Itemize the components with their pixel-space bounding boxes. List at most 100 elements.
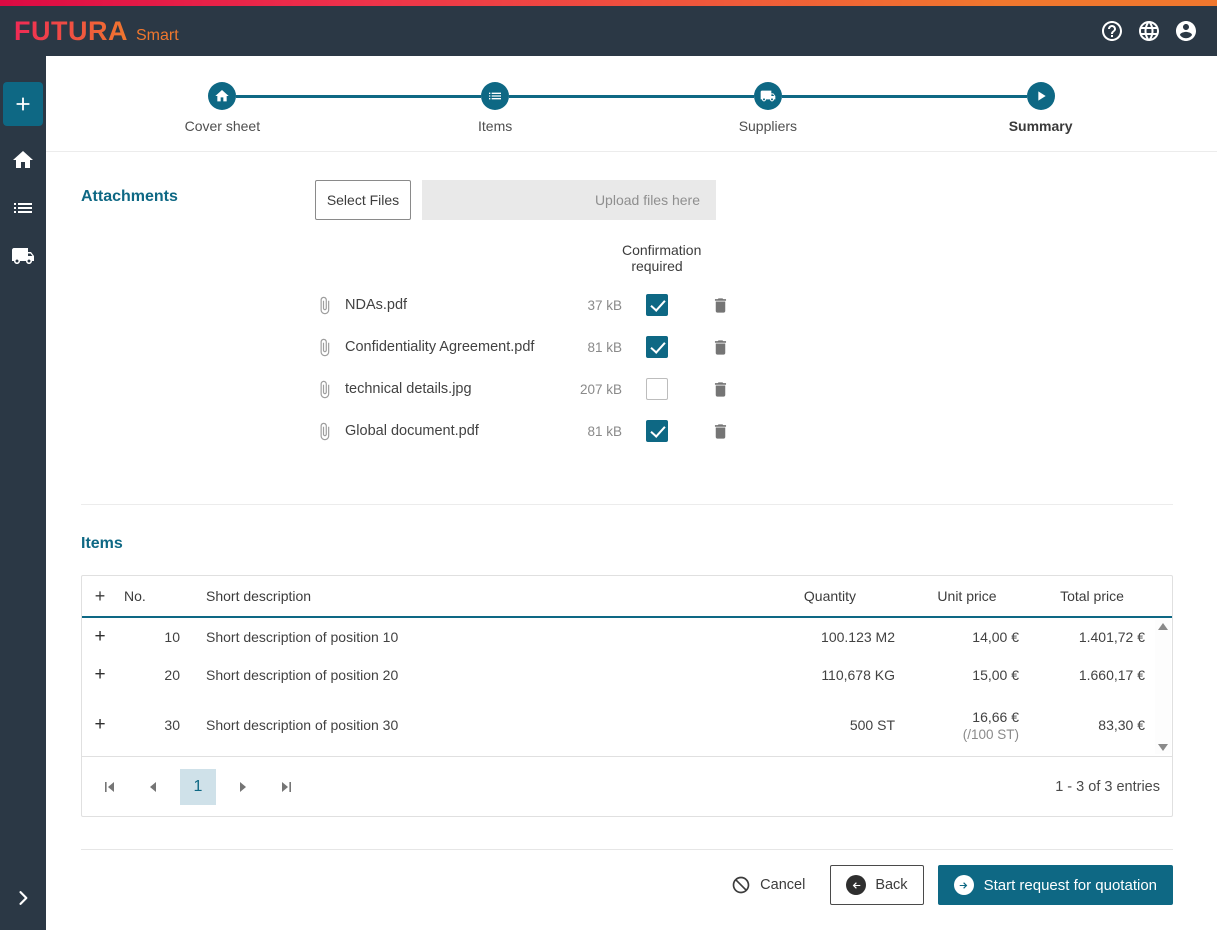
brand-name: FUTURA [14, 15, 128, 46]
last-page-button[interactable] [278, 779, 294, 795]
file-row: technical details.jpg 207 kB [315, 368, 1173, 410]
delete-file-button[interactable] [692, 296, 748, 315]
step-label: Items [478, 118, 513, 134]
first-page-icon [105, 781, 114, 792]
delete-file-button[interactable] [692, 380, 748, 399]
start-request-for-quotation-button[interactable]: Start request for quotation [937, 865, 1173, 906]
step-circle [753, 82, 782, 110]
attachment-list: NDAs.pdf 37 kB Confidentiality Agreement… [315, 284, 1173, 452]
confirmation-checkbox[interactable] [646, 294, 668, 317]
divider [81, 504, 1173, 506]
items-title: Items [81, 535, 123, 553]
file-size: 207 kB [579, 381, 622, 397]
cell-description: Short description of position 30 [206, 717, 399, 734]
pagination-summary: 1 - 3 of 3 entries [1055, 778, 1160, 795]
select-files-button[interactable]: Select Files [315, 180, 411, 220]
step-label: Summary [1008, 118, 1073, 134]
expand-row-icon[interactable]: + [82, 664, 118, 686]
language-button[interactable] [1136, 18, 1162, 44]
step-circle [1026, 82, 1055, 110]
last-page-icon [282, 781, 291, 792]
table-row: + 10 Short description of position 10 10… [82, 618, 1172, 656]
items-section: Items + No. Short description Quantity U… [81, 535, 1173, 818]
back-label: Back [875, 877, 908, 894]
list-icon [14, 203, 32, 213]
divider [46, 151, 1217, 152]
expand-row-icon[interactable]: + [82, 714, 118, 736]
step-summary[interactable]: Summary [904, 82, 1177, 134]
paperclip-icon [315, 422, 345, 441]
cancel-button[interactable]: Cancel [731, 875, 805, 895]
sidebar [0, 56, 46, 930]
account-button[interactable] [1173, 18, 1199, 44]
confirmation-checkbox[interactable] [646, 378, 668, 401]
arrow-right-circle-icon [953, 875, 974, 896]
column-header-unit-price: Unit price [937, 588, 997, 605]
column-header-no: No. [124, 588, 146, 605]
step-cover-sheet[interactable]: Cover sheet [86, 82, 359, 134]
truck-icon [12, 248, 34, 264]
chevron-right-icon [19, 891, 28, 905]
step-suppliers[interactable]: Suppliers [631, 82, 905, 134]
delete-file-button[interactable] [692, 422, 748, 441]
help-button[interactable] [1099, 18, 1125, 44]
list-icon [489, 92, 502, 100]
table-pagination: 1 1 - 3 of 3 entries [82, 756, 1172, 816]
file-row: NDAs.pdf 37 kB [315, 284, 1173, 326]
sidebar-item-suppliers[interactable] [9, 244, 37, 268]
delete-file-button[interactable] [692, 338, 748, 357]
sidebar-expand-button[interactable] [9, 884, 37, 912]
scroll-up-icon[interactable] [1158, 623, 1168, 631]
previous-page-button[interactable] [145, 779, 161, 795]
upload-dropzone[interactable]: Upload files here [422, 180, 716, 220]
table-row: + 30 Short description of position 30 50… [82, 694, 1172, 756]
cell-description: Short description of position 20 [206, 667, 399, 684]
next-page-icon [240, 781, 246, 792]
cell-no: 30 [164, 717, 180, 734]
expand-row-icon[interactable]: + [82, 626, 118, 648]
column-header-description: Short description [206, 588, 312, 605]
globe-icon [1139, 21, 1159, 41]
cell-quantity: 500 ST [849, 717, 895, 734]
table-scrollbar[interactable] [1155, 620, 1171, 755]
expand-all-icon[interactable]: + [82, 586, 118, 607]
cell-no: 10 [164, 629, 180, 646]
cell-no: 20 [164, 667, 180, 684]
cell-unit-price: 14,00 € [972, 629, 1019, 646]
play-icon [1037, 91, 1046, 101]
arrow-left-circle-icon [846, 875, 867, 896]
step-items[interactable]: Items [358, 82, 632, 134]
column-header-quantity: Quantity [803, 588, 857, 605]
confirmation-checkbox[interactable] [646, 336, 668, 359]
next-page-button[interactable] [235, 779, 251, 795]
attachments-section: Attachments Select Files Upload files he… [81, 180, 1173, 452]
confirmation-checkbox[interactable] [646, 420, 668, 443]
first-page-button[interactable] [102, 779, 118, 795]
column-header-total-price: Total price [1060, 588, 1124, 605]
home-icon [215, 90, 230, 102]
step-circle [208, 82, 237, 110]
file-size: 81 kB [587, 339, 622, 355]
add-new-button[interactable] [3, 82, 43, 126]
file-name: NDAs.pdf [345, 297, 408, 314]
step-circle [481, 82, 510, 110]
footer-actions: Cancel Back Start request for quotation [81, 865, 1173, 906]
confirmation-required-header: Confirmation required [622, 242, 702, 275]
back-button[interactable]: Back [830, 865, 924, 906]
submit-label: Start request for quotation [983, 876, 1157, 894]
scroll-down-icon[interactable] [1158, 744, 1168, 752]
sidebar-item-items[interactable] [9, 196, 37, 220]
file-name: Global document.pdf [345, 423, 479, 440]
cell-total-price: 1.401,72 € [1078, 629, 1145, 646]
help-icon [1102, 21, 1122, 41]
cell-description: Short description of position 10 [206, 629, 399, 646]
current-page-button[interactable]: 1 [180, 768, 216, 805]
plus-icon [16, 97, 30, 111]
brand-suffix: Smart [135, 26, 179, 44]
sidebar-item-home[interactable] [9, 148, 37, 172]
block-icon [732, 876, 750, 894]
items-table: + No. Short description Quantity Unit pr… [81, 575, 1173, 818]
unit-price-note: (/100 ST) [962, 726, 1019, 742]
cell-total-price: 83,30 € [1098, 717, 1145, 734]
main-content: Cover sheet Items Suppliers Summary Atta… [46, 56, 1217, 930]
